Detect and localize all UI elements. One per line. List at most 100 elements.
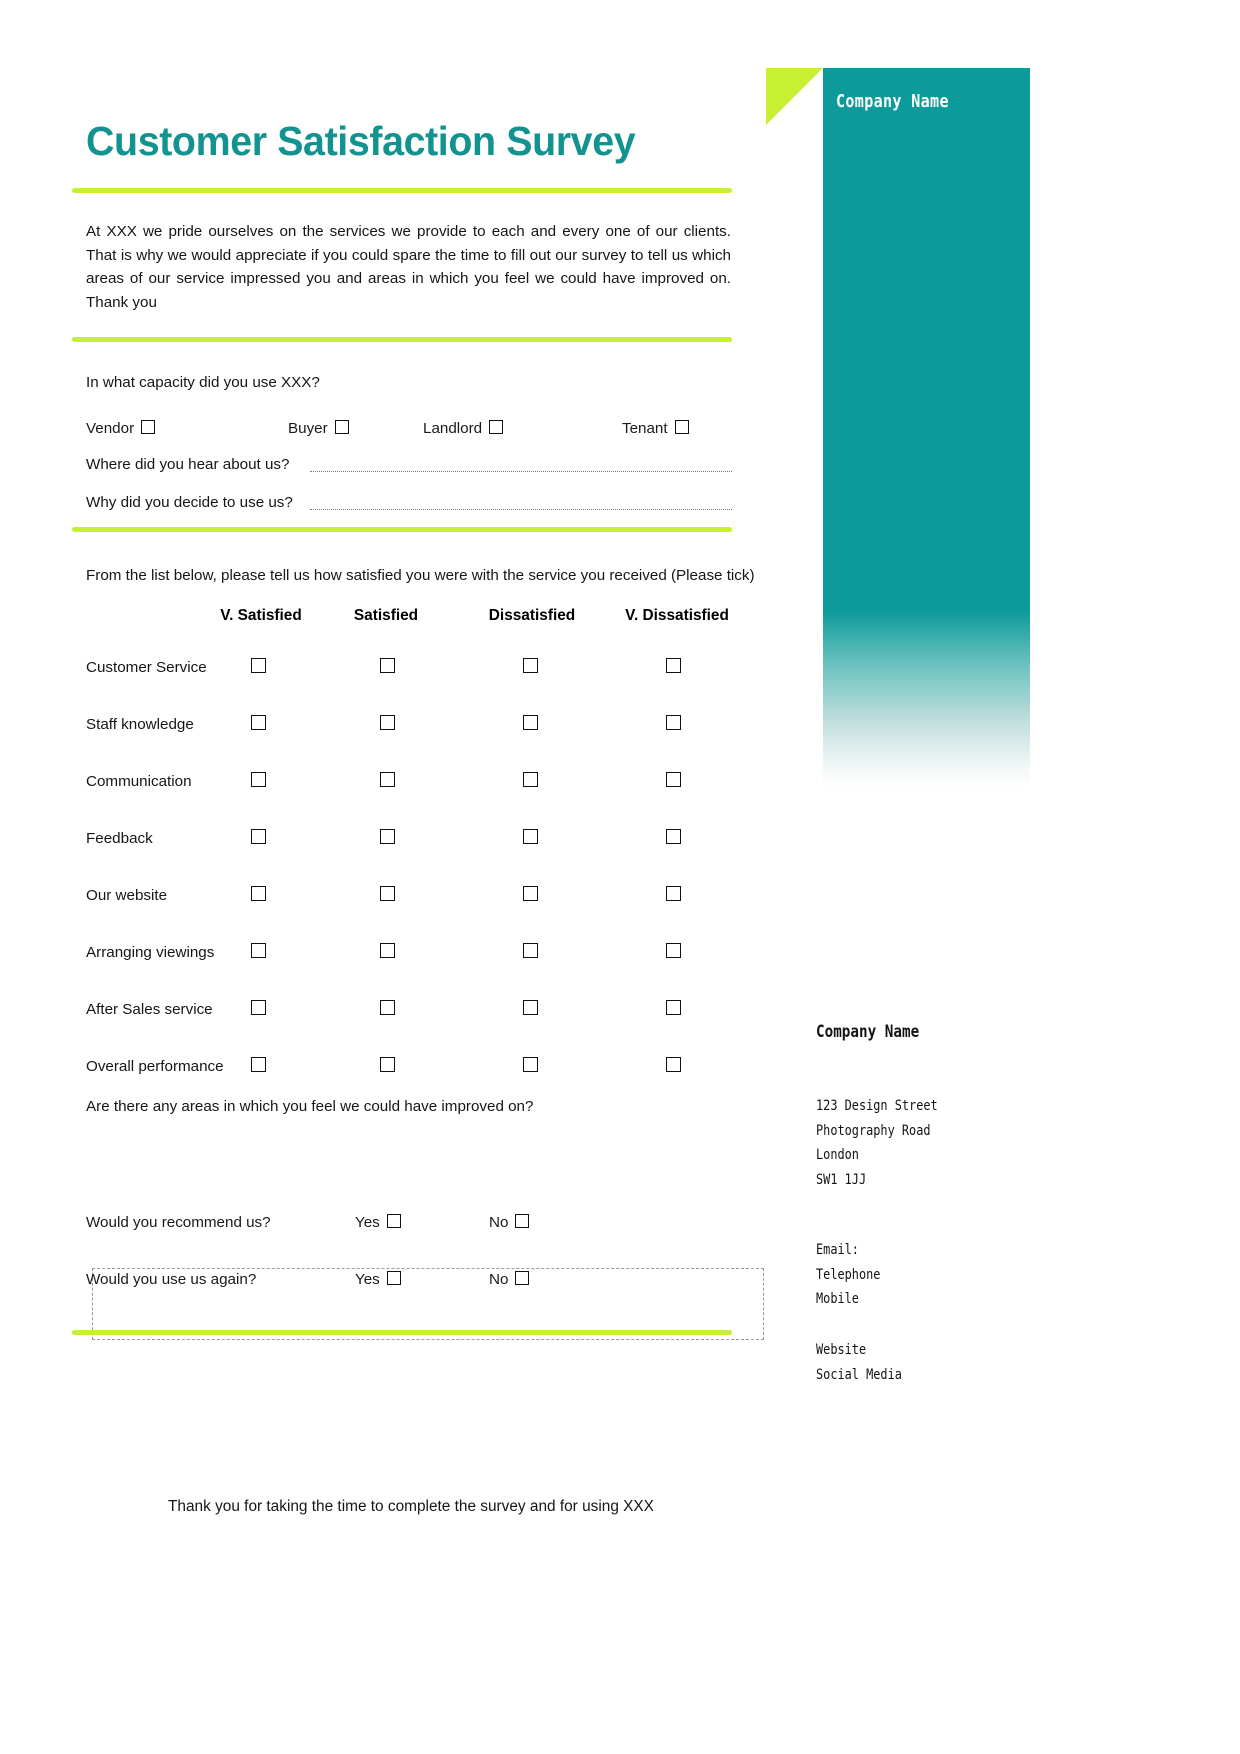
matrix-checkbox-customer-service-v-dissatisfied[interactable] <box>666 658 681 673</box>
matrix-row-label-arranging-viewings: Arranging viewings <box>86 944 215 961</box>
page-title: Customer Satisfaction Survey <box>86 118 636 164</box>
matrix-row-label-staff-knowledge: Staff knowledge <box>86 716 194 733</box>
contact-website-label: Website <box>816 1342 867 1358</box>
capacity-option-landlord-label: Landlord <box>423 420 483 437</box>
matrix-col-v-satisfied: V. Satisfied <box>220 607 302 624</box>
divider-rule-footer <box>72 1330 732 1335</box>
matrix-col-dissatisfied: Dissatisfied <box>488 607 576 624</box>
contact-company-name: Company Name <box>816 1022 920 1042</box>
contact-address-line-2: Photography Road <box>816 1122 931 1139</box>
capacity-checkbox-vendor[interactable] <box>141 420 156 434</box>
matrix-row-label-communication: Communication <box>86 773 192 790</box>
contact-social-media-label: Social Media <box>816 1366 902 1383</box>
matrix-checkbox-after-sales-service-v-satisfied[interactable] <box>251 1000 266 1015</box>
contact-address-postcode: SW1 1JJ <box>816 1171 867 1188</box>
banner-solid-block <box>823 68 1030 611</box>
thank-you-message: Thank you for taking the time to complet… <box>168 1498 654 1515</box>
matrix-row-label-feedback: Feedback <box>86 830 153 847</box>
matrix-checkbox-staff-knowledge-v-dissatisfied[interactable] <box>666 715 681 730</box>
matrix-checkbox-overall-performance-v-satisfied[interactable] <box>251 1057 266 1072</box>
matrix-checkbox-customer-service-v-satisfied[interactable] <box>251 658 266 673</box>
contact-address-group: 123 Design Street Photography Road Londo… <box>816 1094 964 1192</box>
why-use-us-input[interactable] <box>310 509 732 510</box>
capacity-option-buyer[interactable]: Buyer <box>288 420 349 437</box>
capacity-option-vendor-label: Vendor <box>86 420 135 437</box>
matrix-checkbox-staff-knowledge-v-satisfied[interactable] <box>251 715 266 730</box>
matrix-checkbox-our-website-v-satisfied[interactable] <box>251 886 266 901</box>
capacity-checkbox-landlord[interactable] <box>489 420 504 434</box>
use-again-checkbox-no[interactable] <box>515 1271 530 1285</box>
matrix-checkbox-overall-performance-satisfied[interactable] <box>380 1057 395 1072</box>
matrix-checkbox-communication-v-dissatisfied[interactable] <box>666 772 681 787</box>
matrix-checkbox-communication-dissatisfied[interactable] <box>523 772 538 787</box>
matrix-instruction: From the list below, please tell us how … <box>86 567 755 584</box>
divider-rule-title <box>72 188 732 193</box>
matrix-checkbox-feedback-v-dissatisfied[interactable] <box>666 829 681 844</box>
why-use-us-label: Why did you decide to use us? <box>86 494 293 511</box>
use-again-option-no[interactable]: No <box>489 1271 530 1288</box>
hear-about-us-input[interactable] <box>310 471 732 472</box>
matrix-checkbox-staff-knowledge-dissatisfied[interactable] <box>523 715 538 730</box>
contact-telephone-label: Telephone <box>816 1266 881 1283</box>
divider-rule-capacity <box>72 527 732 532</box>
matrix-checkbox-staff-knowledge-satisfied[interactable] <box>380 715 395 730</box>
matrix-checkbox-arranging-viewings-dissatisfied[interactable] <box>523 943 538 958</box>
recommend-option-yes[interactable]: Yes <box>355 1214 401 1231</box>
capacity-option-vendor[interactable]: Vendor <box>86 420 156 437</box>
matrix-row-label-customer-service: Customer Service <box>86 659 207 676</box>
matrix-checkbox-our-website-dissatisfied[interactable] <box>523 886 538 901</box>
banner-company-name: Company Name <box>836 92 949 112</box>
matrix-checkbox-feedback-dissatisfied[interactable] <box>523 829 538 844</box>
matrix-checkbox-overall-performance-v-dissatisfied[interactable] <box>666 1057 681 1072</box>
lime-corner-triangle-icon <box>766 68 823 125</box>
matrix-checkbox-arranging-viewings-v-satisfied[interactable] <box>251 943 266 958</box>
matrix-checkbox-communication-satisfied[interactable] <box>380 772 395 787</box>
matrix-col-satisfied: Satisfied <box>353 607 419 624</box>
use-again-checkbox-yes[interactable] <box>386 1271 401 1285</box>
capacity-option-tenant-label: Tenant <box>622 420 668 437</box>
matrix-checkbox-arranging-viewings-v-dissatisfied[interactable] <box>666 943 681 958</box>
matrix-checkbox-customer-service-satisfied[interactable] <box>380 658 395 673</box>
matrix-checkbox-our-website-satisfied[interactable] <box>380 886 395 901</box>
recommend-checkbox-no[interactable] <box>515 1214 530 1228</box>
use-again-question-label: Would you use us again? <box>86 1271 257 1288</box>
improve-question: Are there any areas in which you feel we… <box>86 1098 534 1115</box>
divider-rule-intro <box>72 337 732 342</box>
capacity-checkbox-buyer[interactable] <box>334 420 349 434</box>
capacity-question: In what capacity did you use XXX? <box>86 374 320 391</box>
recommend-checkbox-yes[interactable] <box>386 1214 401 1228</box>
contact-address-line-1: 123 Design Street <box>816 1098 938 1114</box>
recommend-option-no[interactable]: No <box>489 1214 530 1231</box>
hear-about-us-label: Where did you hear about us? <box>86 456 290 473</box>
matrix-checkbox-feedback-satisfied[interactable] <box>380 829 395 844</box>
company-banner <box>823 68 1030 788</box>
contact-email-label: Email: <box>816 1242 859 1258</box>
matrix-checkbox-customer-service-dissatisfied[interactable] <box>523 658 538 673</box>
matrix-checkbox-communication-v-satisfied[interactable] <box>251 772 266 787</box>
matrix-checkbox-after-sales-service-v-dissatisfied[interactable] <box>666 1000 681 1015</box>
matrix-checkbox-feedback-v-satisfied[interactable] <box>251 829 266 844</box>
capacity-option-landlord[interactable]: Landlord <box>423 420 504 437</box>
matrix-row-label-after-sales-service: After Sales service <box>86 1001 213 1018</box>
capacity-checkbox-tenant[interactable] <box>674 420 689 434</box>
recommend-no-label: No <box>489 1214 509 1231</box>
contact-mobile-label: Mobile <box>816 1291 859 1308</box>
capacity-option-buyer-label: Buyer <box>288 420 328 437</box>
matrix-checkbox-overall-performance-dissatisfied[interactable] <box>523 1057 538 1072</box>
use-again-no-label: No <box>489 1271 509 1288</box>
matrix-row-label-overall-performance: Overall performance <box>86 1058 224 1075</box>
matrix-checkbox-arranging-viewings-satisfied[interactable] <box>380 943 395 958</box>
use-again-option-yes[interactable]: Yes <box>355 1271 401 1288</box>
matrix-checkbox-after-sales-service-satisfied[interactable] <box>380 1000 395 1015</box>
recommend-yes-label: Yes <box>355 1214 380 1231</box>
matrix-col-v-dissatisfied: V. Dissatisfied <box>625 607 729 624</box>
contact-web-group: Website Social Media <box>816 1338 921 1387</box>
use-again-yes-label: Yes <box>355 1271 380 1288</box>
matrix-checkbox-after-sales-service-dissatisfied[interactable] <box>523 1000 538 1015</box>
matrix-checkbox-our-website-v-dissatisfied[interactable] <box>666 886 681 901</box>
capacity-option-tenant[interactable]: Tenant <box>622 420 689 437</box>
recommend-question-label: Would you recommend us? <box>86 1214 271 1231</box>
contact-address-city: London <box>816 1147 859 1164</box>
intro-paragraph: At XXX we pride ourselves on the service… <box>86 223 731 311</box>
contact-block: Company Name 123 Design Street Photograp… <box>816 1022 1026 1383</box>
